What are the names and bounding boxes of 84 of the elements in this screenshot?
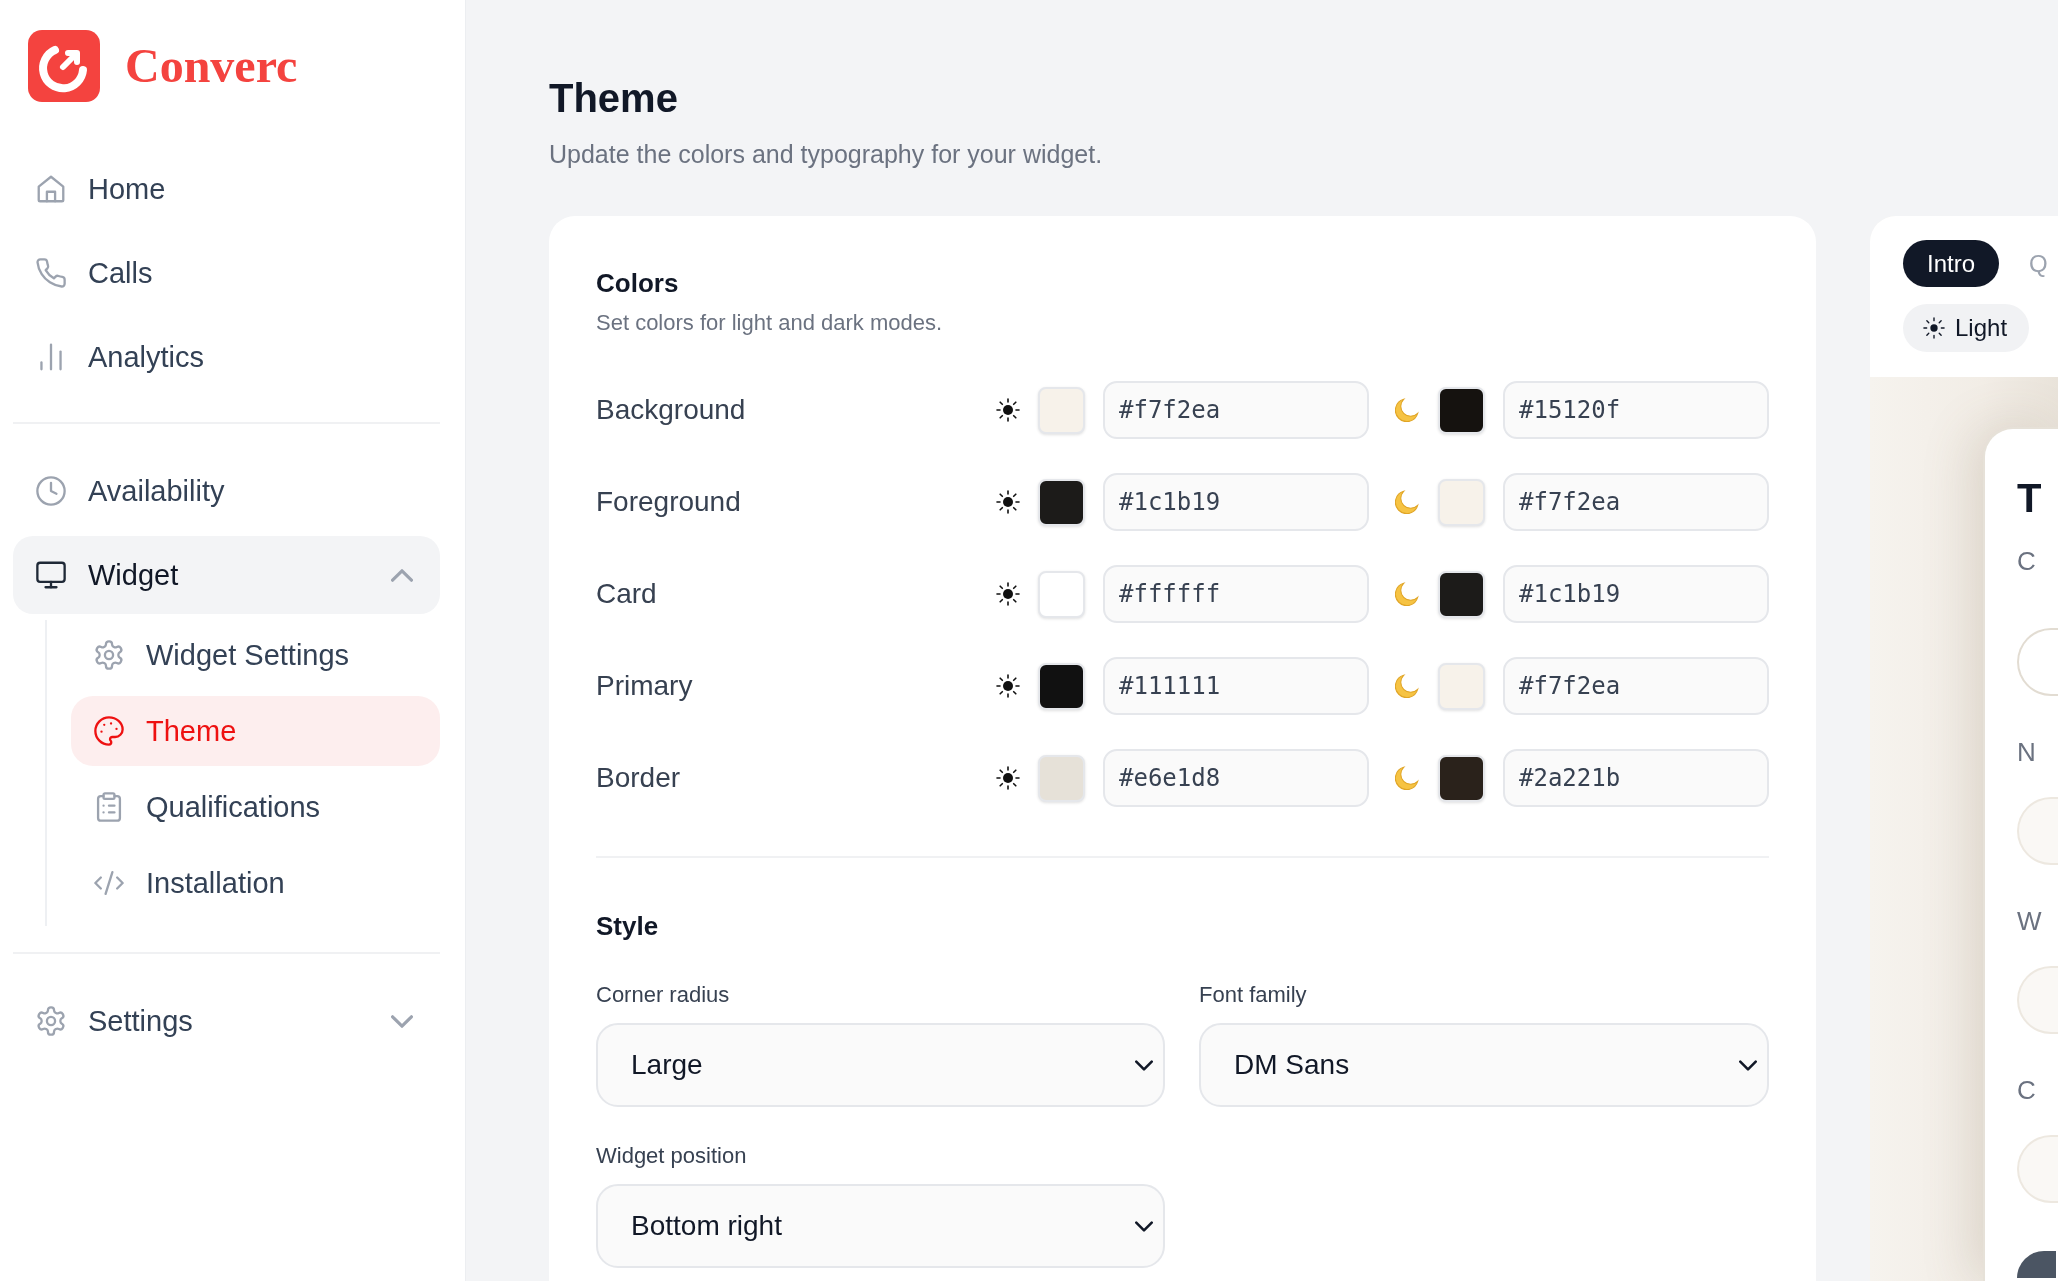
moon-icon [1395, 490, 1419, 514]
color-label: Background [596, 394, 747, 426]
settings-icon [94, 640, 124, 670]
section-title: Colors [596, 267, 680, 300]
chevron-down-icon [1135, 1059, 1153, 1071]
nav-item[interactable]: Availability [13, 452, 440, 530]
preview-input-field[interactable] [2017, 966, 2058, 1034]
sun-icon [1923, 317, 1945, 339]
clock-icon [36, 476, 66, 506]
sun-icon [996, 766, 1020, 790]
nav-item[interactable]: Analytics [13, 318, 440, 396]
preview-input-field[interactable] [2017, 1135, 2058, 1203]
hex-input-field[interactable]: #1c1b19 [1503, 565, 1769, 623]
mode-toggle-button[interactable]: Light [1903, 304, 2030, 352]
swatch-icon[interactable] [1038, 386, 1085, 434]
page-subtitle: Update the colors and typography for your widget. [549, 139, 1104, 170]
chevron-up-icon [391, 568, 413, 582]
hex-input-field[interactable]: #ffffff [1103, 565, 1369, 623]
field-label: Corner radius [596, 981, 731, 1009]
dropdown[interactable]: Bottom right [596, 1184, 1165, 1268]
dropdown[interactable]: Large [596, 1023, 1165, 1107]
preview-subtitle: C [2017, 545, 2037, 578]
clipboard-icon [94, 792, 124, 822]
page-title: Theme [549, 75, 679, 122]
preview-field-label: N [2017, 736, 2037, 769]
color-label: Card [596, 578, 658, 610]
color-label: Foreground [596, 486, 742, 518]
moon-icon [1395, 582, 1419, 606]
swatch-icon[interactable] [1438, 662, 1485, 710]
sun-icon [996, 398, 1020, 422]
moon-icon [1395, 766, 1419, 790]
hex-input-field[interactable]: #1c1b19 [1103, 473, 1369, 531]
monitor-icon [36, 560, 66, 590]
settings-icon [36, 1006, 66, 1036]
swatch-icon[interactable] [1438, 570, 1485, 618]
preview-field-label: W [2017, 905, 2043, 938]
preview-tab[interactable]: Intro [1903, 240, 2000, 287]
swatch-icon[interactable] [1038, 754, 1085, 802]
swatch-icon[interactable] [1038, 662, 1085, 710]
moon-icon [1395, 674, 1419, 698]
hex-input-field[interactable]: #e6e1d8 [1103, 749, 1369, 807]
hex-input-field[interactable]: #f7f2ea [1103, 381, 1369, 439]
moon-icon [1395, 398, 1419, 422]
section-description: Set colors for light and dark modes. [596, 309, 944, 337]
brand-name: Converc [125, 42, 298, 90]
hex-input-field[interactable]: #f7f2ea [1503, 657, 1769, 715]
dropdown[interactable]: DM Sans [1199, 1023, 1769, 1107]
nav-item[interactable]: Calls [13, 234, 440, 312]
phone-icon [36, 258, 66, 288]
palette-icon [94, 716, 124, 746]
sun-icon [996, 674, 1020, 698]
sub-nav-item[interactable]: Theme [71, 696, 440, 766]
code-icon [94, 868, 124, 898]
sun-icon [996, 490, 1020, 514]
preview-title: T [2017, 475, 2043, 522]
nav-item[interactable]: Home [13, 150, 440, 228]
chevron-down-icon [1739, 1059, 1757, 1071]
hex-input-field[interactable]: #15120f [1503, 381, 1769, 439]
nav-item[interactable]: Widget [13, 536, 440, 614]
sub-nav-item[interactable]: Qualifications [71, 772, 440, 842]
swatch-icon[interactable] [1038, 478, 1085, 526]
home-icon [36, 174, 66, 204]
hex-input-field[interactable]: #f7f2ea [1503, 473, 1769, 531]
field-label: Font family [1199, 981, 1308, 1009]
hex-input-field[interactable]: #2a221b [1503, 749, 1769, 807]
chevron-down-icon [1135, 1220, 1153, 1232]
swatch-icon[interactable] [1438, 386, 1485, 434]
preview-field-label: C [2017, 1074, 2037, 1107]
field-label: Widget position [596, 1142, 748, 1170]
sun-icon [996, 582, 1020, 606]
preview-input-field[interactable] [2017, 628, 2058, 696]
logo-icon [28, 30, 100, 102]
section-title: Style [596, 910, 660, 943]
sub-nav-item[interactable]: Widget Settings [71, 620, 440, 690]
swatch-icon[interactable] [1438, 754, 1485, 802]
hex-input-field[interactable]: #111111 [1103, 657, 1369, 715]
sub-nav-item[interactable]: Installation [71, 848, 440, 918]
color-label: Border [596, 762, 682, 794]
nav-item[interactable]: Settings [13, 982, 440, 1060]
color-label: Primary [596, 670, 694, 702]
swatch-icon[interactable] [1438, 478, 1485, 526]
chevron-down-icon [391, 1014, 413, 1028]
swatch-icon[interactable] [1038, 570, 1085, 618]
preview-input-field[interactable] [2017, 797, 2058, 865]
